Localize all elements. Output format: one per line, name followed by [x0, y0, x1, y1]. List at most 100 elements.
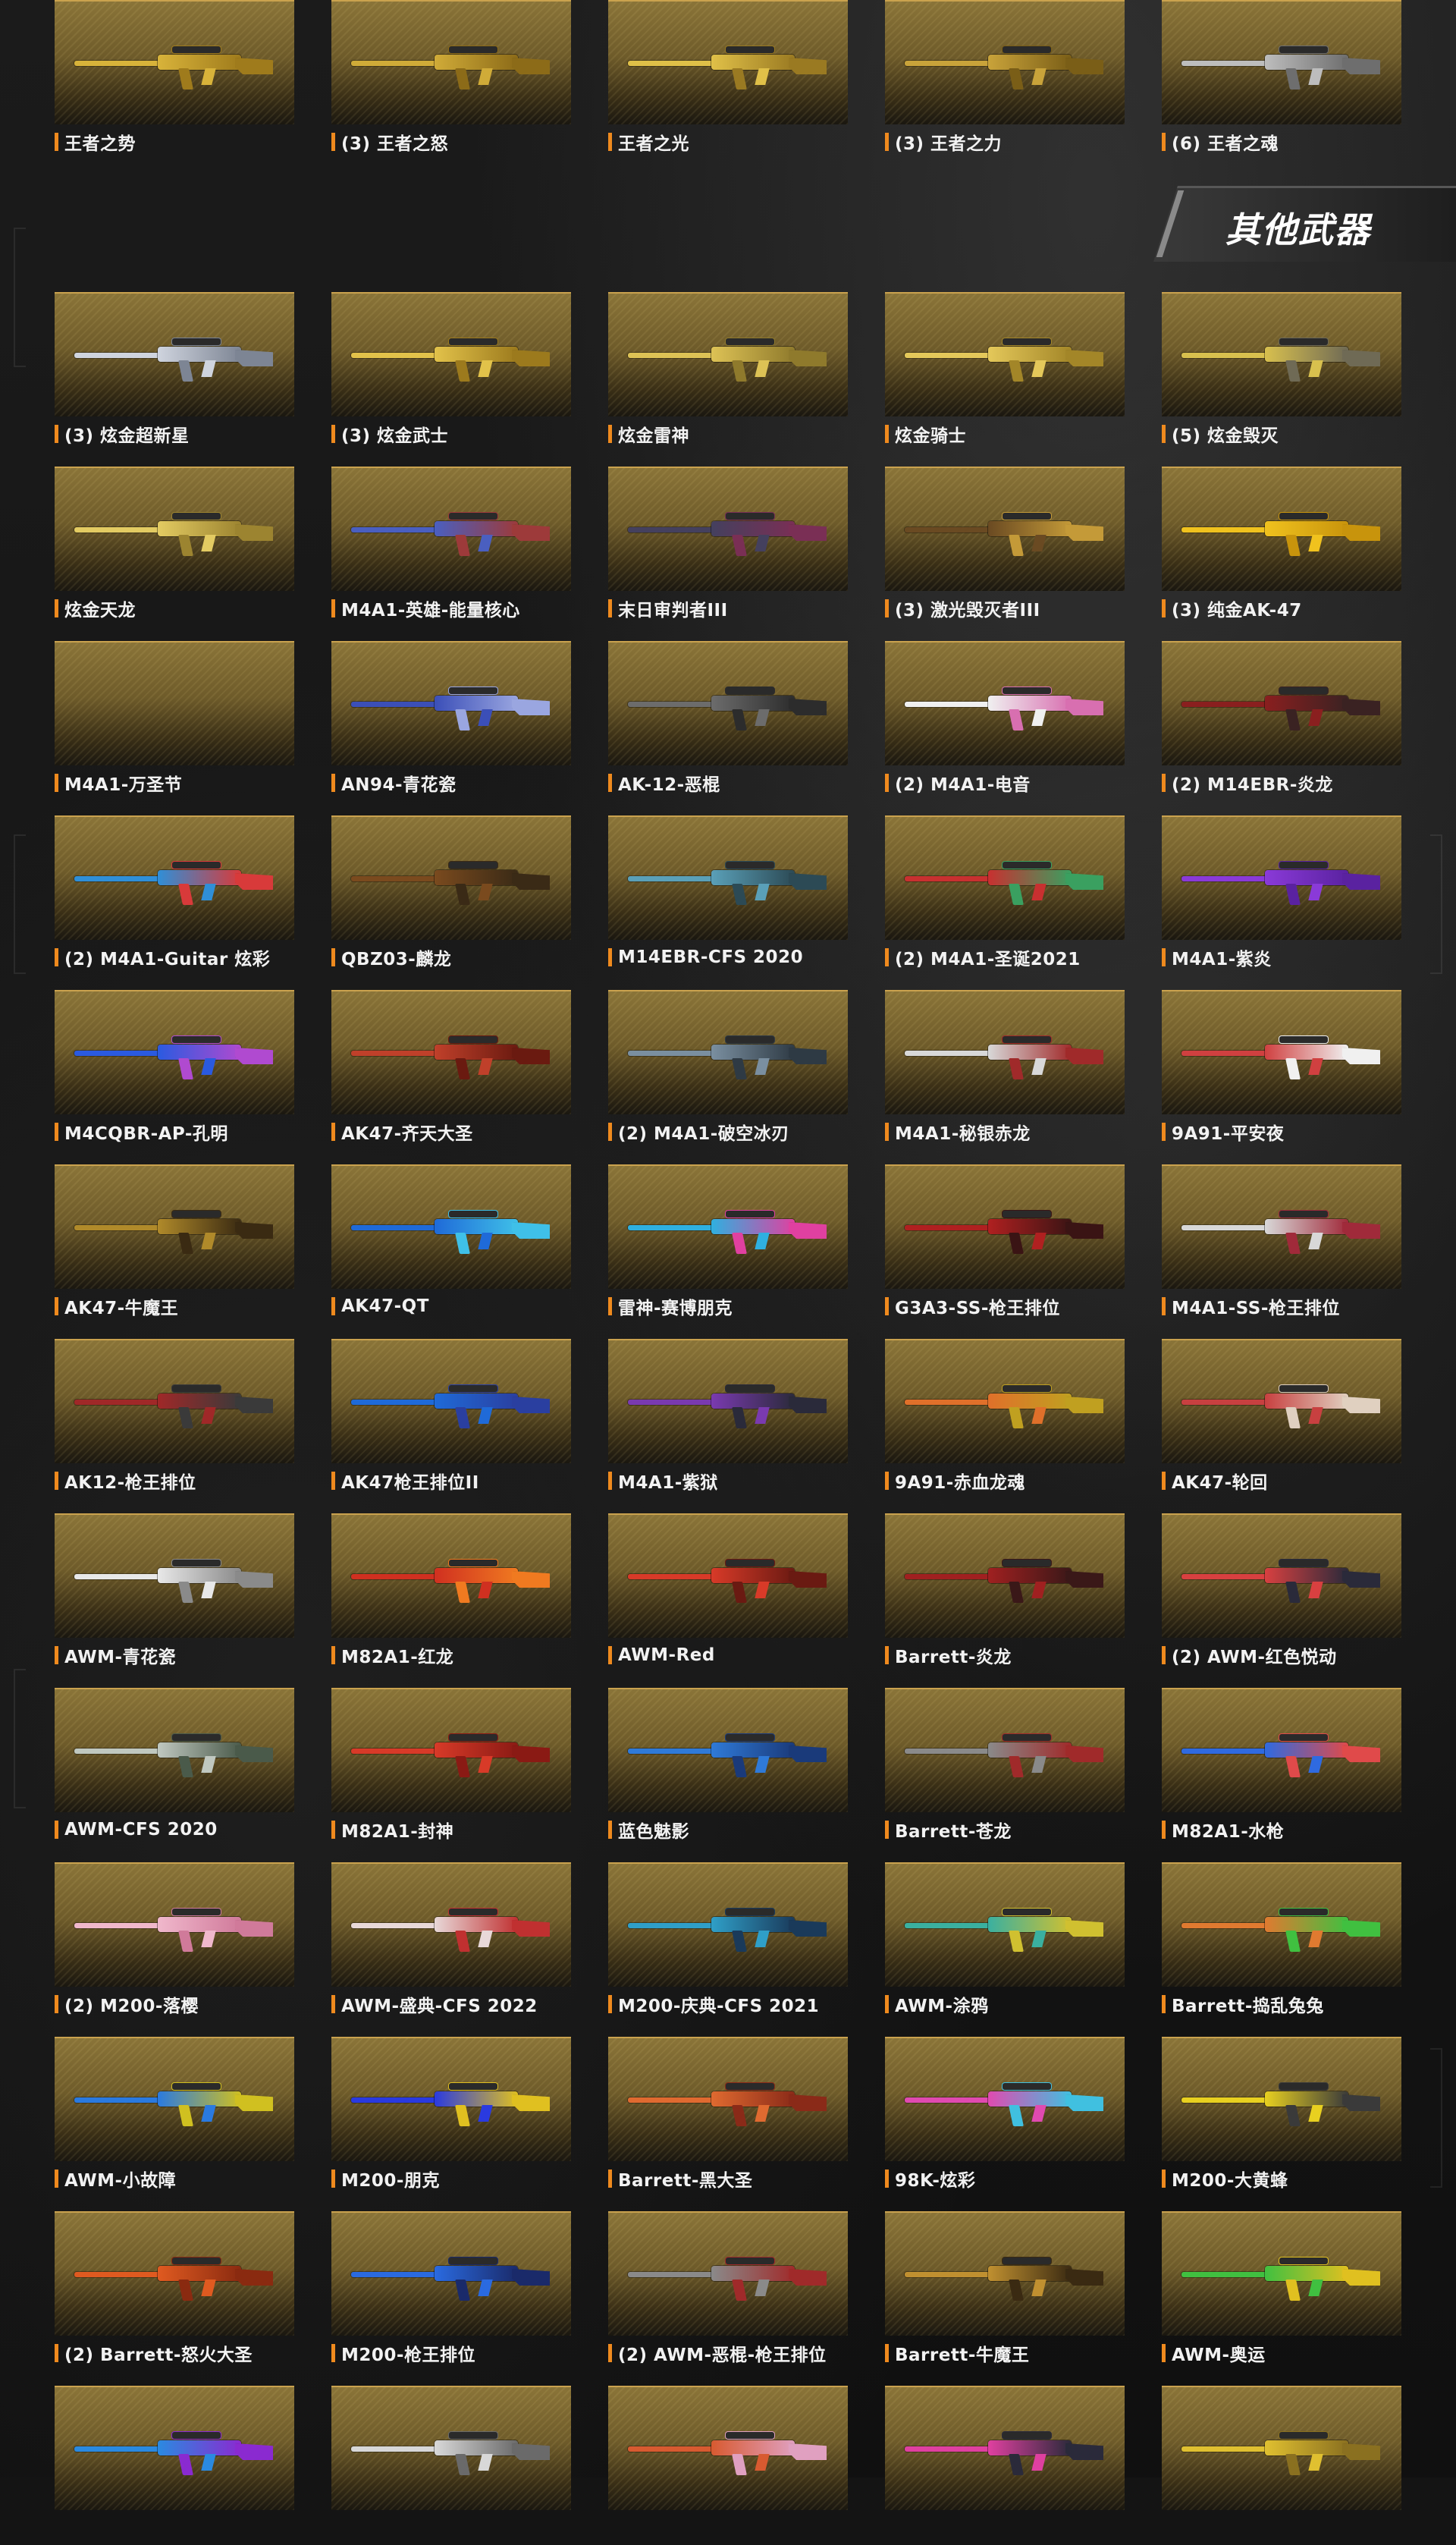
weapon-label: Barrett-苍龙 — [885, 1818, 1012, 1842]
weapon-card[interactable]: 雷神-赛博朋克 — [608, 1164, 848, 1324]
weapon-name: 雷神-赛博朋克 — [618, 1299, 733, 1318]
weapon-card[interactable]: AK47-轮回 — [1162, 1339, 1401, 1498]
weapon-card[interactable]: M4A1-秘银赤龙 — [885, 990, 1125, 1149]
weapon-image — [351, 1210, 550, 1254]
weapon-card[interactable]: G3A3-SS-枪王排位 — [885, 1164, 1125, 1324]
weapon-card[interactable]: Barrett-黑大圣 — [608, 2037, 848, 2196]
weapon-card[interactable]: 蓝色魅影 — [608, 1688, 848, 1847]
weapon-label: Barrett-黑大圣 — [608, 2167, 752, 2191]
weapon-card[interactable]: AWM-小故障 — [55, 2037, 294, 2196]
label-accent-bar — [55, 948, 58, 966]
weapon-thumbnail — [55, 467, 294, 591]
weapon-card[interactable] — [608, 2386, 848, 2545]
weapon-card[interactable]: M200-朋克 — [331, 2037, 571, 2196]
weapon-image — [628, 1908, 827, 1952]
weapon-card[interactable]: 9A91-赤血龙魂 — [885, 1339, 1125, 1498]
weapon-card[interactable]: AK47枪王排位II — [331, 1339, 571, 1498]
weapon-image — [628, 1733, 827, 1777]
label-accent-bar — [1162, 599, 1166, 617]
weapon-card[interactable]: (3) 激光毁灭者III — [885, 467, 1125, 626]
weapon-card[interactable]: Barrett-苍龙 — [885, 1688, 1125, 1847]
weapon-card[interactable]: (2) M200-落樱 — [55, 1862, 294, 2022]
weapon-card[interactable]: M4A1-万圣节 — [55, 641, 294, 800]
weapon-card[interactable]: 末日审判者III — [608, 467, 848, 626]
weapon-card[interactable]: 98K-炫彩 — [885, 2037, 1125, 2196]
weapon-card[interactable]: 王者之势 — [55, 0, 294, 159]
weapon-card[interactable]: AK47-牛魔王 — [55, 1164, 294, 1324]
weapon-card[interactable]: (2) AWM-恶棍-枪王排位 — [608, 2211, 848, 2371]
weapon-card[interactable]: Barrett-炎龙 — [885, 1513, 1125, 1673]
weapon-card[interactable]: M200-庆典-CFS 2021 — [608, 1862, 848, 2022]
weapon-card[interactable]: 王者之光 — [608, 0, 848, 159]
weapon-card[interactable]: AWM-CFS 2020 — [55, 1688, 294, 1847]
weapon-image — [1181, 1559, 1380, 1603]
weapon-thumbnail — [55, 1862, 294, 1987]
label-accent-bar — [55, 133, 58, 151]
weapon-card[interactable]: Barrett-捣乱兔兔 — [1162, 1862, 1401, 2022]
label-accent-bar — [885, 948, 889, 966]
weapon-image — [351, 1908, 550, 1952]
weapon-card[interactable]: M82A1-水枪 — [1162, 1688, 1401, 1847]
weapon-thumbnail — [1162, 1164, 1401, 1289]
weapon-card[interactable] — [1162, 2386, 1401, 2545]
weapon-card[interactable]: AWM-青花瓷 — [55, 1513, 294, 1673]
weapon-label: 蓝色魅影 — [608, 1818, 689, 1842]
weapon-card[interactable]: (2) M4A1-破空冰刃 — [608, 990, 848, 1149]
weapon-thumbnail — [55, 990, 294, 1114]
weapon-card[interactable]: M82A1-红龙 — [331, 1513, 571, 1673]
weapon-card[interactable]: AWM-涂鸦 — [885, 1862, 1125, 2022]
weapon-card[interactable]: AK-12-恶棍 — [608, 641, 848, 800]
weapon-card[interactable]: M200-大黄蜂 — [1162, 2037, 1401, 2196]
weapon-thumbnail — [608, 2211, 848, 2336]
weapon-card[interactable]: (3) 王者之怒 — [331, 0, 571, 159]
weapon-card[interactable]: M4CQBR-AP-孔明 — [55, 990, 294, 1149]
weapon-card[interactable]: Barrett-牛魔王 — [885, 2211, 1125, 2371]
weapon-card[interactable]: (2) M4A1-Guitar 炫彩 — [55, 815, 294, 975]
weapon-card[interactable]: (3) 炫金武士 — [331, 292, 571, 451]
weapon-card[interactable]: (2) AWM-红色悦动 — [1162, 1513, 1401, 1673]
weapon-card[interactable]: QBZ03-麟龙 — [331, 815, 571, 975]
weapon-card[interactable]: (2) M4A1-圣诞2021 — [885, 815, 1125, 975]
weapon-thumbnail — [885, 0, 1125, 124]
label-accent-bar — [1162, 1123, 1166, 1141]
weapon-card[interactable]: M82A1-封神 — [331, 1688, 571, 1847]
weapon-card[interactable]: (2) M4A1-电音 — [885, 641, 1125, 800]
weapon-name: AK12-枪王排位 — [64, 1473, 196, 1493]
weapon-card[interactable]: AWM-盛典-CFS 2022 — [331, 1862, 571, 2022]
weapon-card[interactable] — [331, 2386, 571, 2545]
weapon-card[interactable]: 炫金雷神 — [608, 292, 848, 451]
weapon-card[interactable]: (3) 纯金AK-47 — [1162, 467, 1401, 626]
weapon-card[interactable]: (2) M14EBR-炎龙 — [1162, 641, 1401, 800]
weapon-card[interactable]: (3) 炫金超新星 — [55, 292, 294, 451]
weapon-card[interactable]: 9A91-平安夜 — [1162, 990, 1401, 1149]
weapon-card[interactable]: (3) 王者之力 — [885, 0, 1125, 159]
label-accent-bar — [1162, 1297, 1166, 1315]
weapon-card[interactable]: (2) Barrett-怒火大圣 — [55, 2211, 294, 2371]
weapon-card[interactable]: (5) 炫金毁灭 — [1162, 292, 1401, 451]
weapon-card[interactable]: M4A1-SS-枪王排位 — [1162, 1164, 1401, 1324]
weapon-card[interactable]: 炫金骑士 — [885, 292, 1125, 451]
weapon-card[interactable]: AK47-QT — [331, 1164, 571, 1324]
weapon-card[interactable]: AWM-奥运 — [1162, 2211, 1401, 2371]
weapon-card[interactable]: M4A1-英雄-能量核心 — [331, 467, 571, 626]
weapon-card[interactable]: AK12-枪王排位 — [55, 1339, 294, 1498]
weapon-thumbnail — [55, 2037, 294, 2161]
weapon-image — [1181, 687, 1380, 731]
weapon-card[interactable]: M4A1-紫狱 — [608, 1339, 848, 1498]
weapon-label: M82A1-封神 — [331, 1818, 453, 1842]
weapon-label: (2) M4A1-电音 — [885, 771, 1031, 795]
weapon-card[interactable]: M200-枪王排位 — [331, 2211, 571, 2371]
weapon-thumbnail — [885, 292, 1125, 416]
weapon-card[interactable] — [885, 2386, 1125, 2545]
weapon-card[interactable]: (6) 王者之魂 — [1162, 0, 1401, 159]
weapon-card[interactable]: AK47-齐天大圣 — [331, 990, 571, 1149]
weapon-card[interactable] — [55, 2386, 294, 2545]
weapon-card[interactable]: M4A1-紫炎 — [1162, 815, 1401, 975]
weapon-card[interactable]: AWM-Red — [608, 1513, 848, 1673]
weapon-card[interactable]: AN94-青花瓷 — [331, 641, 571, 800]
label-accent-bar — [608, 1123, 612, 1141]
weapon-image — [1181, 861, 1380, 905]
weapon-card[interactable]: 炫金天龙 — [55, 467, 294, 626]
weapon-card[interactable]: M14EBR-CFS 2020 — [608, 815, 848, 975]
weapon-name: AK47枪王排位II — [341, 1473, 479, 1493]
